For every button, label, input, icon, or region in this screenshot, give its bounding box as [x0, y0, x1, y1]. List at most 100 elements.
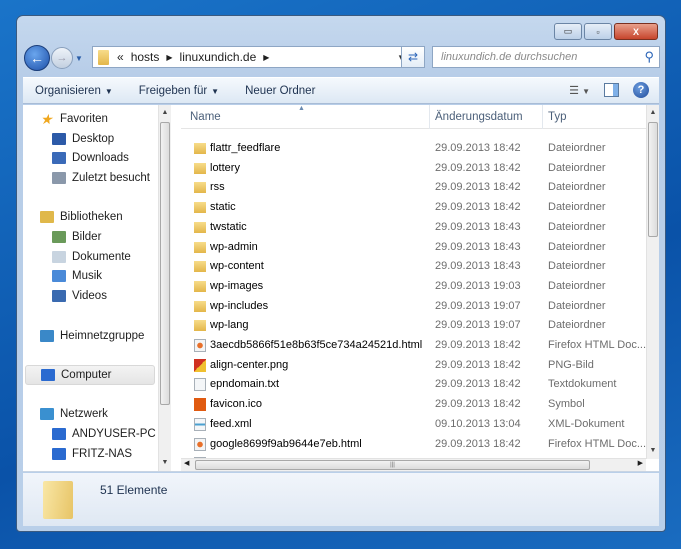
file-name: wp-lang — [210, 319, 249, 332]
folder-file-icon — [194, 143, 206, 154]
folder-file-icon — [194, 221, 206, 233]
file-row[interactable]: wp-includes 29.09.2013 19:07 Dateiordner — [181, 297, 646, 316]
sidebar-item[interactable]: Netzwerk — [40, 408, 108, 420]
sidebar-item[interactable]: Videos — [52, 290, 107, 302]
file-date: 29.09.2013 18:43 — [435, 260, 521, 273]
file-row[interactable]: static 29.09.2013 18:42 Dateiordner — [181, 198, 646, 217]
address-bar[interactable]: « hosts ▶ linuxundich.de ▶ ▼ — [92, 46, 419, 68]
search-input[interactable]: linuxundich.de durchsuchen ⚲ — [432, 46, 660, 68]
sidebar-item[interactable]: Bibliotheken — [40, 211, 123, 223]
file-type: PNG-Bild — [548, 358, 594, 371]
sidebar-item[interactable]: Dokumente — [52, 251, 131, 263]
search-icon[interactable]: ⚲ — [644, 49, 654, 65]
file-row[interactable]: twstatic 29.09.2013 18:43 Dateiordner — [181, 218, 646, 237]
item-count: 51 Elemente — [100, 483, 168, 497]
sidebar-item-label: Computer — [61, 369, 112, 381]
file-date: 29.09.2013 18:42 — [435, 378, 521, 391]
file-row[interactable]: feed.xml 09.10.2013 13:04 XML-Dokument — [181, 415, 646, 434]
file-row[interactable]: wp-lang 29.09.2013 19:07 Dateiordner — [181, 316, 646, 335]
file-date: 29.09.2013 18:42 — [435, 142, 521, 154]
folder-file-icon — [194, 261, 206, 273]
close-button[interactable]: X — [614, 23, 658, 40]
txt-file-icon — [194, 378, 206, 392]
file-row[interactable]: 3aecdb5866f51e8b63f5ce734a24521d.html 29.… — [181, 336, 646, 355]
column-name[interactable]: Name — [190, 111, 221, 123]
forward-button[interactable]: → — [51, 47, 73, 69]
explorer-window: ▭ ▫ X ← → ▼ « hosts ▶ linuxundich.de ▶ ▼… — [16, 15, 666, 532]
desktop-icon — [52, 133, 66, 145]
ico-file-icon — [194, 398, 206, 412]
command-bar: Organisieren ▼ Freigeben für ▼ Neuer Ordne… — [23, 77, 659, 104]
sidebar-item[interactable]: Computer — [25, 365, 155, 385]
file-row[interactable]: lottery 29.09.2013 18:42 Dateiordner — [181, 159, 646, 178]
maximize-button[interactable]: ▫ — [584, 23, 612, 40]
file-name: twstatic — [210, 220, 247, 233]
file-row[interactable]: wp-admin 29.09.2013 18:43 Dateiordner — [181, 238, 646, 257]
file-row[interactable]: google8699f9ab9644e7eb.html 29.09.2013 18… — [181, 435, 646, 454]
file-type: Textdokument — [548, 378, 617, 391]
file-date: 09.10.2013 13:04 — [435, 417, 521, 430]
folder-file-icon — [194, 202, 206, 214]
back-button[interactable]: ← — [24, 45, 50, 71]
file-row[interactable]: wp-images 29.09.2013 19:03 Dateiordner — [181, 277, 646, 296]
pictures-icon — [52, 231, 66, 243]
file-row[interactable]: epndomain.txt 29.09.2013 18:42 Textdokumen… — [181, 375, 646, 394]
preview-pane-icon[interactable] — [604, 83, 619, 97]
sidebar-item-label: Zuletzt besucht — [72, 172, 150, 184]
file-name: wp-admin — [210, 240, 258, 253]
sidebar-item[interactable]: ★ Favoriten — [40, 112, 108, 126]
folder-file-icon — [194, 162, 206, 174]
file-row[interactable]: favicon.ico 29.09.2013 18:42 Symbol — [181, 395, 646, 414]
sidebar-item-label: Netzwerk — [60, 408, 108, 420]
file-name: google8699f9ab9644e7eb.html — [210, 437, 362, 450]
column-date[interactable]: Änderungsdatum — [435, 111, 523, 123]
file-name: feed.xml — [210, 417, 252, 430]
breadcrumb-linuxundich[interactable]: linuxundich.de — [180, 50, 257, 64]
sidebar-item[interactable]: Zuletzt besucht — [52, 172, 150, 184]
sidebar-item[interactable]: Heimnetzgruppe — [40, 330, 144, 342]
file-date: 29.09.2013 18:42 — [435, 201, 521, 214]
history-dropdown-icon[interactable]: ▼ — [75, 54, 83, 63]
file-name: favicon.ico — [210, 398, 262, 411]
file-list: ▲ Name Änderungsdatum Typ flattr_feedfla… — [181, 105, 659, 472]
sidebar-item[interactable]: Musik — [52, 270, 102, 282]
folder-file-icon — [194, 241, 206, 253]
breadcrumb-overflow[interactable]: « — [117, 50, 124, 64]
file-type: Symbol — [548, 398, 585, 411]
view-options-icon[interactable]: ☰ ▼ — [569, 84, 590, 97]
nav-scrollbar[interactable]: ▲ ▼ — [158, 105, 171, 471]
sidebar-item-label: Bilder — [72, 231, 102, 243]
refresh-button[interactable]: ⇄ — [401, 46, 425, 68]
folder-icon — [43, 481, 73, 519]
organize-button[interactable]: Organisieren ▼ — [35, 85, 113, 97]
file-name: rss — [210, 181, 225, 194]
file-row[interactable]: flattr_feedflare 29.09.2013 18:42 Dateiord… — [181, 139, 646, 158]
sidebar-item[interactable]: Bilder — [52, 231, 101, 243]
sidebar-item[interactable]: ANDYUSER-PC — [52, 428, 156, 440]
file-date: 29.09.2013 18:42 — [435, 339, 521, 351]
file-date: 29.09.2013 19:07 — [435, 319, 521, 332]
horizontal-scrollbar[interactable]: ◀ ||| ▶ — [181, 458, 646, 471]
share-button[interactable]: Freigeben für ▼ — [139, 85, 219, 97]
png-file-icon — [194, 358, 206, 372]
file-row[interactable]: rss 29.09.2013 18:42 Dateiordner — [181, 178, 646, 197]
breadcrumb-hosts[interactable]: hosts — [131, 50, 160, 64]
help-icon[interactable]: ? — [633, 82, 649, 98]
html-file-icon — [194, 339, 206, 352]
minimize-button[interactable]: ▭ — [554, 23, 582, 40]
sidebar-item[interactable]: FRITZ-NAS — [52, 448, 132, 460]
file-row[interactable]: wp-content 29.09.2013 18:43 Dateiordner — [181, 257, 646, 276]
sidebar-item[interactable]: Desktop — [52, 133, 114, 145]
file-row[interactable]: align-center.png 29.09.2013 18:42 PNG-Bild — [181, 356, 646, 375]
chevron-right-icon[interactable]: ▶ — [263, 53, 269, 62]
recent-icon — [52, 172, 66, 184]
computer-icon — [41, 369, 55, 381]
file-date: 29.09.2013 18:42 — [435, 358, 521, 371]
chevron-right-icon[interactable]: ▶ — [166, 53, 172, 62]
file-type: Dateiordner — [548, 220, 606, 233]
column-type[interactable]: Typ — [548, 111, 567, 123]
file-type: Dateiordner — [548, 260, 606, 273]
new-folder-button[interactable]: Neuer Ordner — [245, 85, 315, 97]
sidebar-item[interactable]: Downloads — [52, 152, 129, 164]
list-scrollbar[interactable]: ▲ ▼ — [646, 105, 659, 459]
